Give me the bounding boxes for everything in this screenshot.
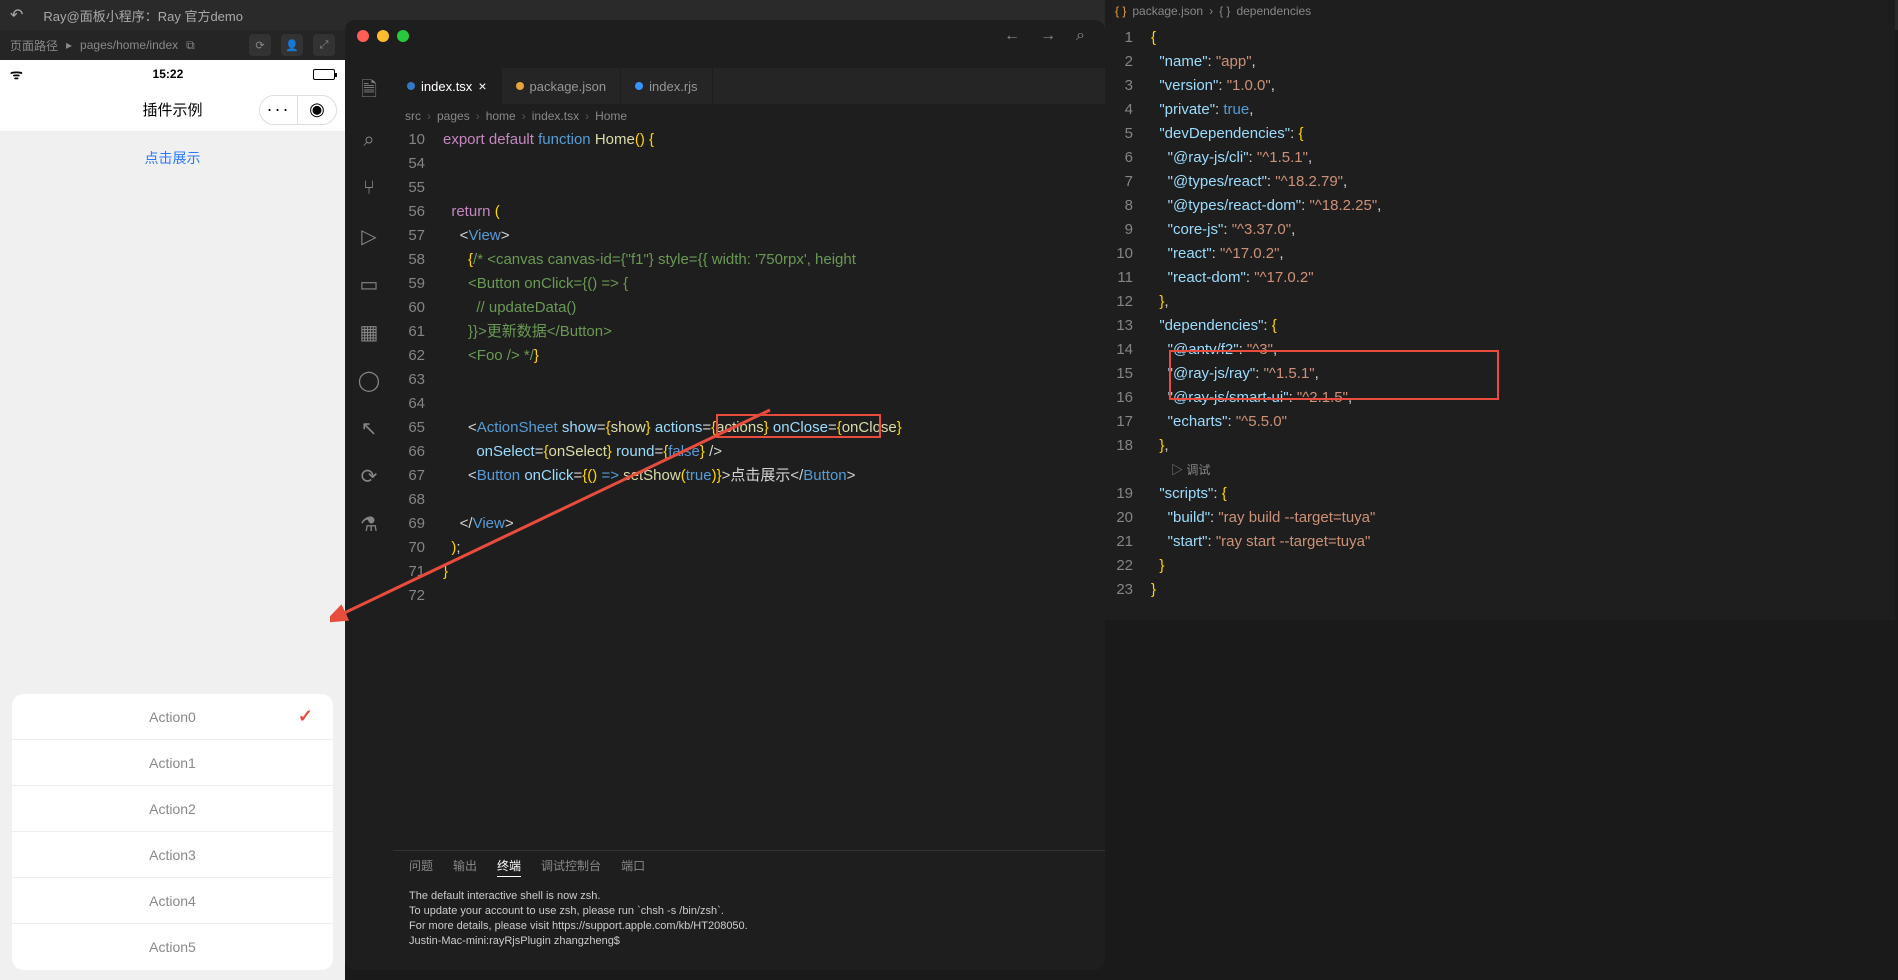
right-code-editor[interactable]: 1{2 "name": "app",3 "version": "1.0.0",4… — [1105, 22, 1895, 602]
chevron-icon: ▸ — [66, 38, 72, 52]
action-sheet: Action0✓ Action1 Action2 Action3 Action4… — [12, 694, 333, 970]
remote-icon[interactable]: ▭ — [357, 272, 381, 296]
tab-package-json[interactable]: package.json — [502, 68, 622, 104]
tab-output[interactable]: 输出 — [453, 857, 477, 877]
expand-icon[interactable]: ⤢ — [313, 34, 335, 56]
vscode-window: ← → ⌕ 🗎 ⌕ ⑂ ▷ ▭ ▦ ◯ ↖ ⟳ ⚗ index.tsx× pac… — [345, 20, 1105, 970]
route-path: pages/home/index — [80, 38, 178, 52]
action-item[interactable]: Action3 — [12, 832, 333, 878]
json-icon — [516, 82, 524, 90]
flask-icon[interactable]: ⚗ — [357, 512, 381, 536]
action-item[interactable]: Action2 — [12, 786, 333, 832]
secondary-editor: { } package.json› { } dependencies 1{2 "… — [1105, 0, 1895, 620]
search-icon[interactable]: ⌕ — [1076, 27, 1085, 45]
source-control-icon[interactable]: ⑂ — [357, 176, 381, 200]
maximize-icon[interactable] — [397, 30, 409, 42]
tab-debug-console[interactable]: 调试控制台 — [541, 857, 601, 877]
sim-link-button[interactable]: 点击展示 — [0, 132, 345, 184]
breadcrumb: src› pages› home› index.tsx› Home — [393, 104, 1105, 128]
user-icon[interactable]: 👤 — [281, 34, 303, 56]
debug-icon[interactable]: ▷ — [357, 224, 381, 248]
vscode-topbar: ← → ⌕ — [345, 20, 1105, 52]
capsule-buttons[interactable]: ··· ◉ — [259, 95, 337, 125]
route-bar: 页面路径 ▸ pages/home/index ⧉ ⟳ 👤 ⤢ — [0, 30, 345, 60]
tab-ports[interactable]: 端口 — [621, 857, 645, 877]
copy-icon[interactable]: ⧉ — [186, 38, 195, 53]
simulator-preview: ᯤ 15:22 插件示例 ··· ◉ 点击展示 Action0✓ Action1… — [0, 60, 345, 980]
action-item[interactable]: Action0✓ — [12, 694, 333, 740]
minimize-icon[interactable] — [377, 30, 389, 42]
traffic-lights[interactable] — [357, 30, 409, 42]
close-icon[interactable] — [357, 30, 369, 42]
sim-time: 15:22 — [153, 67, 184, 81]
code-editor[interactable]: 10export default function Home() {545556… — [393, 128, 1105, 850]
sim-header: 插件示例 ··· ◉ — [0, 88, 345, 132]
highlight-dependencies — [1169, 350, 1499, 400]
right-breadcrumb: { } package.json› { } dependencies — [1105, 0, 1895, 22]
json-icon: { } — [1115, 4, 1126, 18]
github-icon[interactable]: ◯ — [357, 368, 381, 392]
close-icon[interactable]: × — [478, 78, 486, 94]
ts-icon — [407, 82, 415, 90]
terminal-body[interactable]: The default interactive shell is now zsh… — [393, 883, 1105, 955]
terminal-panel: 问题 输出 终端 调试控制台 端口 The default interactiv… — [393, 850, 1105, 970]
pointer-icon[interactable]: ↖ — [357, 416, 381, 440]
terminal-tabs: 问题 输出 终端 调试控制台 端口 — [393, 851, 1105, 883]
search-icon[interactable]: ⌕ — [357, 128, 381, 152]
tab-index-tsx[interactable]: index.tsx× — [393, 68, 502, 104]
activity-bar: 🗎 ⌕ ⑂ ▷ ▭ ▦ ◯ ↖ ⟳ ⚗ — [345, 68, 393, 668]
rjs-icon — [635, 82, 643, 90]
action-item[interactable]: Action5 — [12, 924, 333, 970]
editor-tabs: index.tsx× package.json index.rjs — [393, 68, 1105, 104]
tab-index-rjs[interactable]: index.rjs — [621, 68, 712, 104]
nav-fwd-icon[interactable]: → — [1040, 27, 1056, 45]
battery-icon — [313, 69, 335, 80]
sim-header-title: 插件示例 — [142, 99, 202, 120]
tab-terminal[interactable]: 终端 — [497, 857, 521, 877]
target-icon[interactable]: ◉ — [298, 96, 336, 124]
route-label: 页面路径 — [10, 37, 58, 54]
back-icon[interactable]: ↶ — [10, 5, 23, 25]
sync-icon[interactable]: ⟳ — [357, 464, 381, 488]
nav-back-icon[interactable]: ← — [1004, 27, 1020, 45]
action-item[interactable]: Action4 — [12, 878, 333, 924]
extensions-icon[interactable]: ▦ — [357, 320, 381, 344]
tab-problems[interactable]: 问题 — [409, 857, 433, 877]
sim-statusbar: ᯤ 15:22 — [0, 60, 345, 88]
more-icon[interactable]: ··· — [260, 96, 298, 124]
braces-icon: { } — [1219, 4, 1230, 18]
wifi-icon: ᯤ — [10, 65, 23, 84]
refresh-icon[interactable]: ⟳ — [249, 34, 271, 56]
action-item[interactable]: Action1 — [12, 740, 333, 786]
explorer-icon[interactable]: 🗎 — [357, 80, 381, 104]
check-icon: ✓ — [298, 706, 313, 727]
